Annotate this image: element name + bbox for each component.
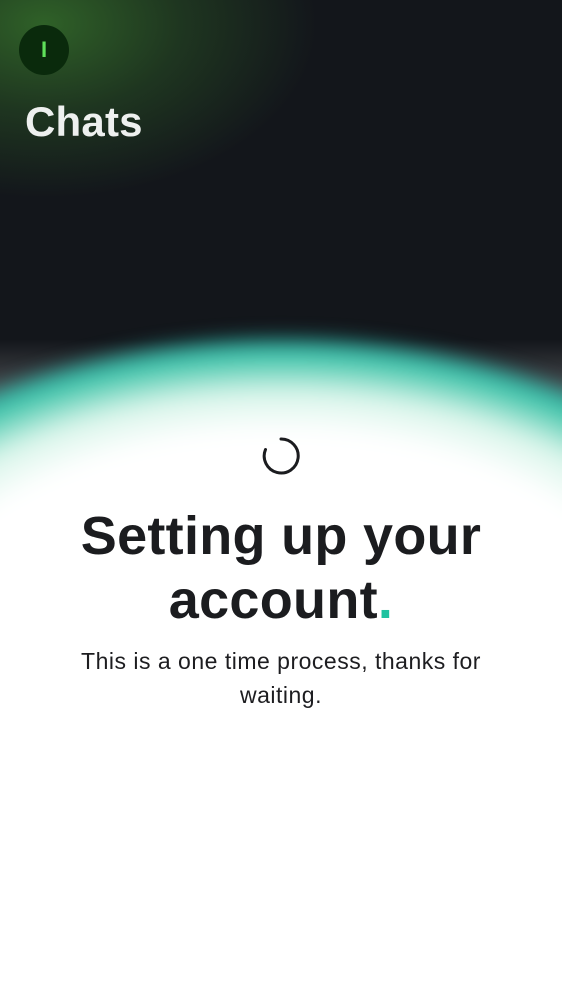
avatar-initial: I bbox=[40, 37, 48, 62]
setup-subtitle: This is a one time process, thanks for w… bbox=[81, 648, 481, 708]
app-screen: I Chats Setting up your account. This is… bbox=[0, 0, 562, 1000]
loading-spinner-icon bbox=[262, 437, 300, 475]
accent-dot: . bbox=[377, 570, 394, 630]
setup-heading-line2: account bbox=[168, 570, 378, 630]
page-title: Chats bbox=[25, 98, 143, 145]
setup-heading: Setting up your account. bbox=[0, 504, 562, 632]
avatar[interactable]: I bbox=[19, 25, 69, 75]
setup-heading-line1: Setting up your bbox=[80, 506, 482, 566]
